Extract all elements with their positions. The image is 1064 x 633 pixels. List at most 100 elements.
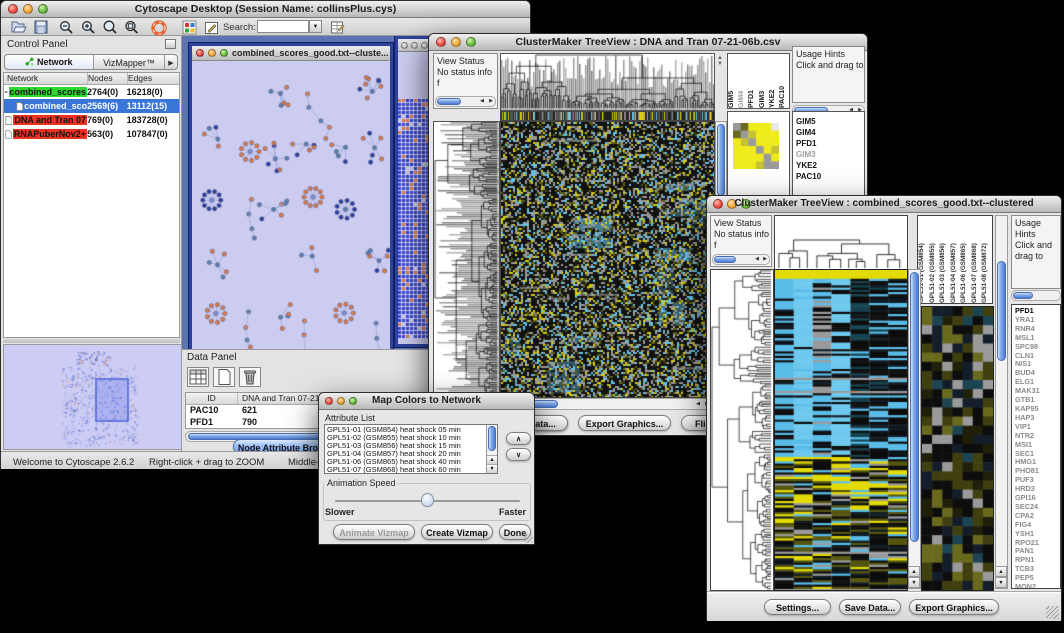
- scroll-down-arrow[interactable]: ▼: [996, 577, 1007, 588]
- zoom-button[interactable]: [421, 42, 428, 49]
- column-label[interactable]: GPL51-08 (GSM872): [981, 216, 992, 303]
- scroll-thumb[interactable]: [910, 272, 919, 542]
- heatmap-canvas[interactable]: [500, 121, 715, 398]
- main-titlebar[interactable]: Cytoscape Desktop (Session Name: collins…: [1, 1, 530, 18]
- treeview-combined-window: ClusterMaker TreeView : combined_scores_…: [706, 195, 1062, 620]
- list-vscrollbar[interactable]: ▲ ▼: [995, 215, 1008, 589]
- settings-button[interactable]: Settings...: [764, 599, 831, 615]
- network-row-combined-scores[interactable]: combined_scores 2764(0) 16218(0): [4, 85, 179, 99]
- heatmap-canvas[interactable]: [774, 269, 908, 591]
- network-row-dna-tran[interactable]: DNA and Tran 07 769(0) 183728(0): [4, 113, 179, 127]
- column-label[interactable]: GIM4: [738, 54, 748, 108]
- row-dendrogram[interactable]: [433, 121, 500, 398]
- col-edges[interactable]: Edges: [128, 73, 178, 84]
- column-label[interactable]: PFD1: [748, 54, 758, 108]
- birdseye-view[interactable]: [3, 344, 182, 450]
- move-down-button[interactable]: ∨: [506, 448, 531, 461]
- gene-item[interactable]: MON2: [1012, 583, 1060, 589]
- column-dendrogram[interactable]: [774, 215, 908, 271]
- col-nodes[interactable]: Nodes: [88, 73, 128, 84]
- search-input[interactable]: [257, 20, 309, 33]
- scroll-down-arrow[interactable]: ▼: [487, 464, 497, 473]
- row-dendrogram[interactable]: [710, 269, 774, 591]
- slider-thumb[interactable]: [421, 493, 434, 507]
- scroll-right-arrow[interactable]: ▶: [763, 256, 767, 262]
- hints-hscrollbar[interactable]: [1011, 290, 1061, 301]
- list-vscrollbar[interactable]: ▲ ▼: [486, 425, 497, 473]
- scroll-right-arrow[interactable]: ▶: [489, 98, 493, 104]
- scroll-up-arrow[interactable]: ▲: [487, 455, 497, 464]
- resize-grip[interactable]: [524, 534, 533, 543]
- column-label[interactable]: GPL51-07 (GSM868): [971, 216, 982, 303]
- scroll-thumb[interactable]: [714, 256, 736, 263]
- minimize-button[interactable]: [208, 49, 216, 57]
- attribute-item[interactable]: GPL51-07 (GSM868) heat shock 60 min: [325, 466, 497, 474]
- panel-divider[interactable]: [3, 339, 180, 343]
- move-up-button[interactable]: ∧: [506, 432, 531, 445]
- col-network[interactable]: Network: [4, 73, 88, 84]
- scroll-thumb[interactable]: [997, 261, 1006, 361]
- heatmap-vscrollbar[interactable]: ▲ ▼: [908, 269, 921, 589]
- close-button[interactable]: [401, 42, 408, 49]
- column-label[interactable]: GPL51-02 (GSM855): [929, 216, 940, 303]
- tab-network[interactable]: Network: [5, 55, 94, 69]
- scroll-down-arrow[interactable]: ▼: [909, 577, 920, 588]
- delete-attribute-trash-icon[interactable]: [239, 367, 261, 387]
- column-labels: GPL51-01 (GSM854)GPL51-02 (GSM855)GPL51-…: [917, 215, 993, 304]
- minimize-button[interactable]: [411, 42, 418, 49]
- scroll-up-arrow[interactable]: ▲▼: [717, 55, 723, 67]
- usage-hints-line2: Click and drag to: [1012, 240, 1060, 262]
- zoom-button[interactable]: [220, 49, 228, 57]
- column-label[interactable]: YKE2: [769, 54, 779, 108]
- scroll-thumb[interactable]: [717, 124, 725, 196]
- scroll-thumb[interactable]: [437, 98, 461, 105]
- network-view-frame[interactable]: combined_scores_good.txt--cluste...: [189, 43, 393, 359]
- status-hscrollbar[interactable]: ◀ ▶: [712, 254, 770, 265]
- network-row-rnapuber[interactable]: RNAPuberNov2+ 563(0) 107847(0): [4, 127, 179, 141]
- scroll-up-arrow[interactable]: ▲: [996, 566, 1007, 577]
- export-graphics-button[interactable]: Export Graphics...: [909, 599, 999, 615]
- close-button[interactable]: [196, 49, 204, 57]
- table-view-icon[interactable]: [187, 367, 209, 387]
- resize-grip[interactable]: [1046, 606, 1059, 619]
- network-graph-canvas[interactable]: [192, 61, 390, 356]
- column-dendrogram[interactable]: [500, 53, 715, 111]
- search-dropdown-arrow[interactable]: ▼: [309, 20, 322, 33]
- treeview2-titlebar[interactable]: ClusterMaker TreeView : combined_scores_…: [707, 196, 1061, 213]
- main-window-title: Cytoscape Desktop (Session Name: collins…: [1, 3, 530, 15]
- gene-item[interactable]: PAC10: [793, 171, 864, 182]
- scroll-left-arrow[interactable]: ◀: [480, 98, 484, 104]
- float-panel-icon[interactable]: [165, 39, 176, 49]
- export-graphics-button[interactable]: Export Graphics...: [578, 415, 671, 431]
- column-label[interactable]: GIM3: [759, 54, 769, 108]
- column-label[interactable]: GPL51-03 (GSM856): [939, 216, 950, 303]
- gene-item[interactable]: GIM4: [793, 127, 864, 138]
- animate-vizmap-button[interactable]: Animate Vizmap: [333, 524, 415, 540]
- network-row-combined-sco[interactable]: combined_sco 2569(6) 13112(15): [4, 99, 179, 113]
- column-label[interactable]: GPL51-06 (GSM865): [960, 216, 971, 303]
- scroll-left-arrow[interactable]: ◀: [755, 256, 759, 262]
- gene-item[interactable]: GIM3: [793, 149, 864, 160]
- similarity-mini-heatmap[interactable]: [733, 123, 779, 169]
- scroll-thumb[interactable]: [1013, 292, 1033, 299]
- zoom-detail-heatmap[interactable]: [921, 306, 994, 591]
- tab-overflow-arrow[interactable]: ▶: [164, 55, 177, 69]
- save-data-button[interactable]: Save Data...: [839, 599, 901, 615]
- column-label[interactable]: GIM5: [728, 54, 738, 108]
- tab-vizmapper[interactable]: VizMapper™: [94, 55, 164, 69]
- new-attribute-icon[interactable]: [213, 367, 235, 387]
- scroll-thumb[interactable]: [488, 426, 496, 451]
- gene-item[interactable]: PFD1: [793, 138, 864, 149]
- gene-item[interactable]: YKE2: [793, 160, 864, 171]
- column-label[interactable]: GPL51-04 (GSM857): [950, 216, 961, 303]
- column-label[interactable]: PAC10: [779, 54, 789, 108]
- view-status-panel: View Status No status info f ◀ ▶: [433, 53, 498, 109]
- scroll-left-arrow[interactable]: ◀: [696, 401, 700, 407]
- scroll-up-arrow[interactable]: ▲: [909, 566, 920, 577]
- animation-speed-label: Animation Speed: [325, 478, 398, 488]
- status-hscrollbar[interactable]: ◀ ▶: [435, 96, 496, 107]
- dialog-titlebar[interactable]: Map Colors to Network: [319, 393, 534, 410]
- create-vizmap-button[interactable]: Create Vizmap: [421, 524, 493, 540]
- col-id[interactable]: ID: [186, 393, 238, 404]
- gene-item[interactable]: GIM5: [793, 116, 864, 127]
